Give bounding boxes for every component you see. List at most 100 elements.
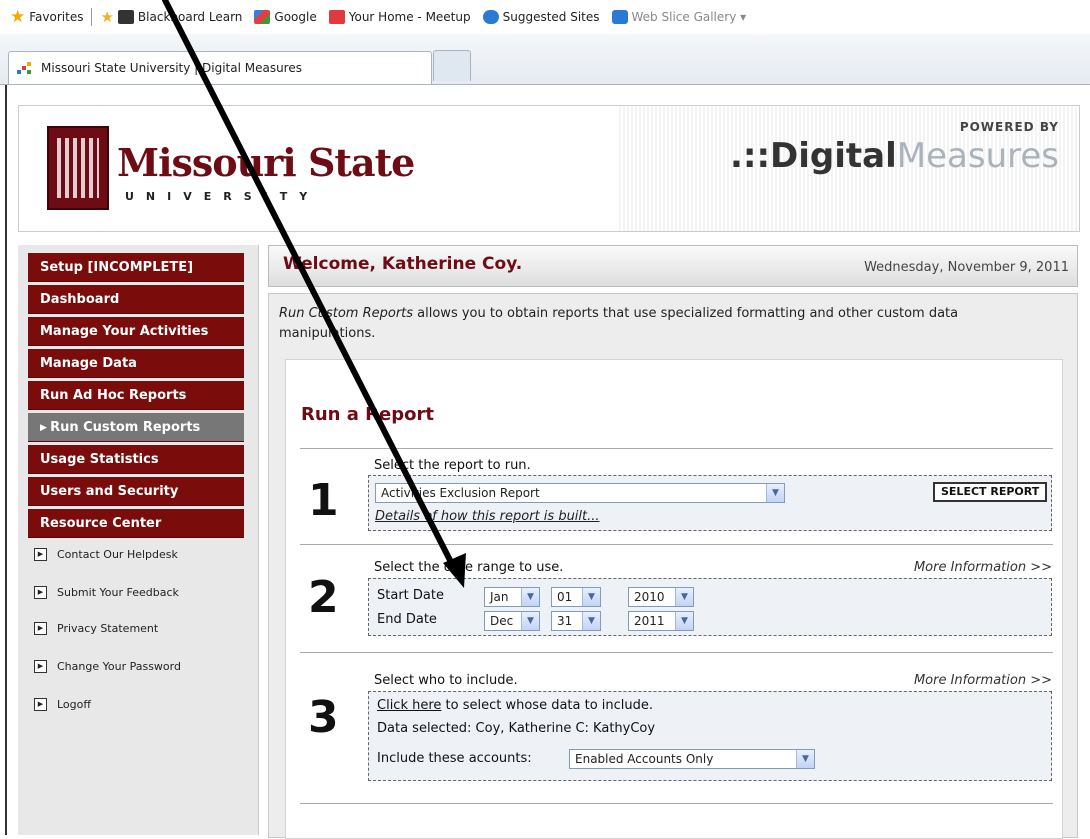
msu-university: UNIVERSITY <box>125 190 320 203</box>
favorites-bar: ★ Favorites ★ Blackboard Learn Google Yo… <box>0 0 1090 34</box>
data-selected: Data selected: Coy, Katherine C: KathyCo… <box>377 721 656 736</box>
favorite-google[interactable]: Google <box>254 10 317 24</box>
more-information-link[interactable]: More Information >> <box>914 560 1052 575</box>
intro-text: Run Custom Reports allows you to obtain … <box>279 304 1039 344</box>
report-select[interactable]: Activities Exclusion Report ▼ <box>375 483 785 503</box>
dm-digital: Digital <box>770 136 897 176</box>
msu-logo[interactable]: Missouri State UNIVERSITY <box>47 126 415 216</box>
favorite-blackboard[interactable]: Blackboard Learn <box>117 10 242 24</box>
digital-measures-logo[interactable]: POWERED BY .::DigitalMeasures <box>699 120 1059 210</box>
sidebar-item-resource-center[interactable]: Resource Center <box>28 509 244 538</box>
report-select-value: Activities Exclusion Report <box>381 486 540 500</box>
sidebar-item-setup[interactable]: Setup [INCOMPLETE] <box>28 253 244 282</box>
report-details-link[interactable]: Details of how this report is built... <box>375 509 600 524</box>
play-icon: ▶ <box>34 585 47 599</box>
step-label-3: Select who to include. <box>374 673 518 688</box>
sidebar-item-users-security[interactable]: Users and Security <box>28 477 244 506</box>
sidebar-item-usage-statistics[interactable]: Usage Statistics <box>28 445 244 474</box>
sidebar-link-label: Logoff <box>57 697 91 711</box>
meetup-icon <box>328 10 345 24</box>
favorite-label: Google <box>274 10 317 24</box>
chevron-down-icon: ▼ <box>675 612 693 630</box>
sidebar-link-privacy[interactable]: ▶ Privacy Statement <box>34 618 158 638</box>
google-icon <box>254 10 271 24</box>
include-accounts-label: Include these accounts: <box>377 751 532 766</box>
blackboard-icon <box>117 10 134 24</box>
click-here-rest: to select whose data to include. <box>441 698 654 713</box>
run-report-title: Run a Report <box>301 404 434 425</box>
msu-name: Missouri State <box>117 140 415 185</box>
sidebar-item-dashboard[interactable]: Dashboard <box>28 285 244 314</box>
sidebar-link-label: Submit Your Feedback <box>57 585 179 599</box>
chevron-down-icon: ▼ <box>766 484 784 502</box>
sidebar-link-label: Change Your Password <box>57 659 181 673</box>
step-number-1: 1 <box>308 475 339 526</box>
start-month-value: Jan <box>490 590 509 604</box>
favorite-suggested-sites[interactable]: Suggested Sites <box>482 10 600 24</box>
divider <box>300 652 1053 653</box>
chevron-down-icon: ▼ <box>675 588 693 606</box>
sidebar-link-change-password[interactable]: ▶ Change Your Password <box>34 656 181 676</box>
play-icon: ▶ <box>34 621 47 635</box>
sidebar: Setup [INCOMPLETE] Dashboard Manage Your… <box>18 245 259 835</box>
click-here-link[interactable]: Click here <box>377 698 441 713</box>
click-here-line: Click here to select whose data to inclu… <box>377 698 653 713</box>
step-number-3: 3 <box>308 692 339 743</box>
start-day-select[interactable]: 01 ▼ <box>551 587 601 607</box>
window-edge <box>5 85 7 835</box>
start-year-value: 2010 <box>634 590 665 604</box>
sidebar-item-ad-hoc-reports[interactable]: Run Ad Hoc Reports <box>28 381 244 410</box>
welcome-bar: Welcome, Katherine Coy. Wednesday, Novem… <box>268 245 1078 287</box>
step3-box: Click here to select whose data to inclu… <box>368 691 1052 781</box>
dm-dots: .:: <box>729 136 771 176</box>
end-date-label: End Date <box>377 612 437 627</box>
digital-measures-favicon <box>17 62 35 74</box>
new-tab-button[interactable] <box>433 50 471 81</box>
current-date: Wednesday, November 9, 2011 <box>864 260 1069 275</box>
main-content: Run Custom Reports allows you to obtain … <box>268 293 1078 839</box>
sidebar-item-manage-activities[interactable]: Manage Your Activities <box>28 317 244 346</box>
end-year-select[interactable]: 2011 ▼ <box>628 611 694 631</box>
start-day-value: 01 <box>557 590 573 604</box>
welcome-greeting: Welcome, Katherine Coy. <box>283 254 523 274</box>
more-information-link[interactable]: More Information >> <box>914 673 1052 688</box>
sidebar-link-label: Privacy Statement <box>57 621 159 635</box>
favorites-label[interactable]: Favorites <box>29 10 83 24</box>
digital-measures-wordmark: .::DigitalMeasures <box>699 136 1059 176</box>
chevron-down-icon: ▼ <box>582 588 600 606</box>
sidebar-item-custom-reports[interactable]: Run Custom Reports <box>28 413 244 442</box>
sidebar-link-label: Contact Our Helpdesk <box>57 547 178 561</box>
step-number-2: 2 <box>308 572 339 623</box>
end-month-select[interactable]: Dec ▼ <box>484 611 540 631</box>
browser-tab[interactable]: Missouri State University | Digital Meas… <box>8 51 432 84</box>
msu-emblem-icon <box>47 126 109 210</box>
divider <box>300 544 1053 545</box>
chevron-down-icon: ▼ <box>796 750 814 768</box>
add-favorite-icon[interactable]: ★ <box>100 8 113 26</box>
favorite-label: Suggested Sites <box>502 10 600 24</box>
sidebar-link-feedback[interactable]: ▶ Submit Your Feedback <box>34 582 179 602</box>
end-day-value: 31 <box>557 614 573 628</box>
tab-title: Missouri State University | Digital Meas… <box>41 61 302 75</box>
ie-icon <box>482 10 499 24</box>
select-report-button[interactable]: SELECT REPORT <box>933 482 1048 502</box>
favorite-meetup[interactable]: Your Home - Meetup <box>328 10 471 24</box>
favorite-label: Web Slice Gallery ▾ <box>631 10 747 24</box>
sidebar-link-logoff[interactable]: ▶ Logoff <box>34 694 91 714</box>
chevron-down-icon: ▼ <box>521 588 539 606</box>
chevron-down-icon: ▼ <box>521 612 539 630</box>
favorite-web-slice-gallery[interactable]: Web Slice Gallery ▾ <box>611 10 747 24</box>
sidebar-link-helpdesk[interactable]: ▶ Contact Our Helpdesk <box>34 544 178 564</box>
end-day-select[interactable]: 31 ▼ <box>551 611 601 631</box>
sidebar-item-manage-data[interactable]: Manage Data <box>28 349 244 378</box>
step2-box: Start Date Jan ▼ 01 ▼ 2010 ▼ End Date De… <box>368 578 1052 636</box>
site-header: Missouri State UNIVERSITY POWERED BY .::… <box>18 105 1080 232</box>
divider <box>300 448 1053 449</box>
favorites-star-icon[interactable]: ★ <box>10 7 25 27</box>
run-report-panel: Run a Report 1 Select the report to run.… <box>285 359 1063 839</box>
start-month-select[interactable]: Jan ▼ <box>484 587 540 607</box>
play-icon: ▶ <box>34 547 47 561</box>
step1-box: Activities Exclusion Report ▼ SELECT REP… <box>368 475 1052 531</box>
start-year-select[interactable]: 2010 ▼ <box>628 587 694 607</box>
include-accounts-select[interactable]: Enabled Accounts Only ▼ <box>569 749 815 769</box>
